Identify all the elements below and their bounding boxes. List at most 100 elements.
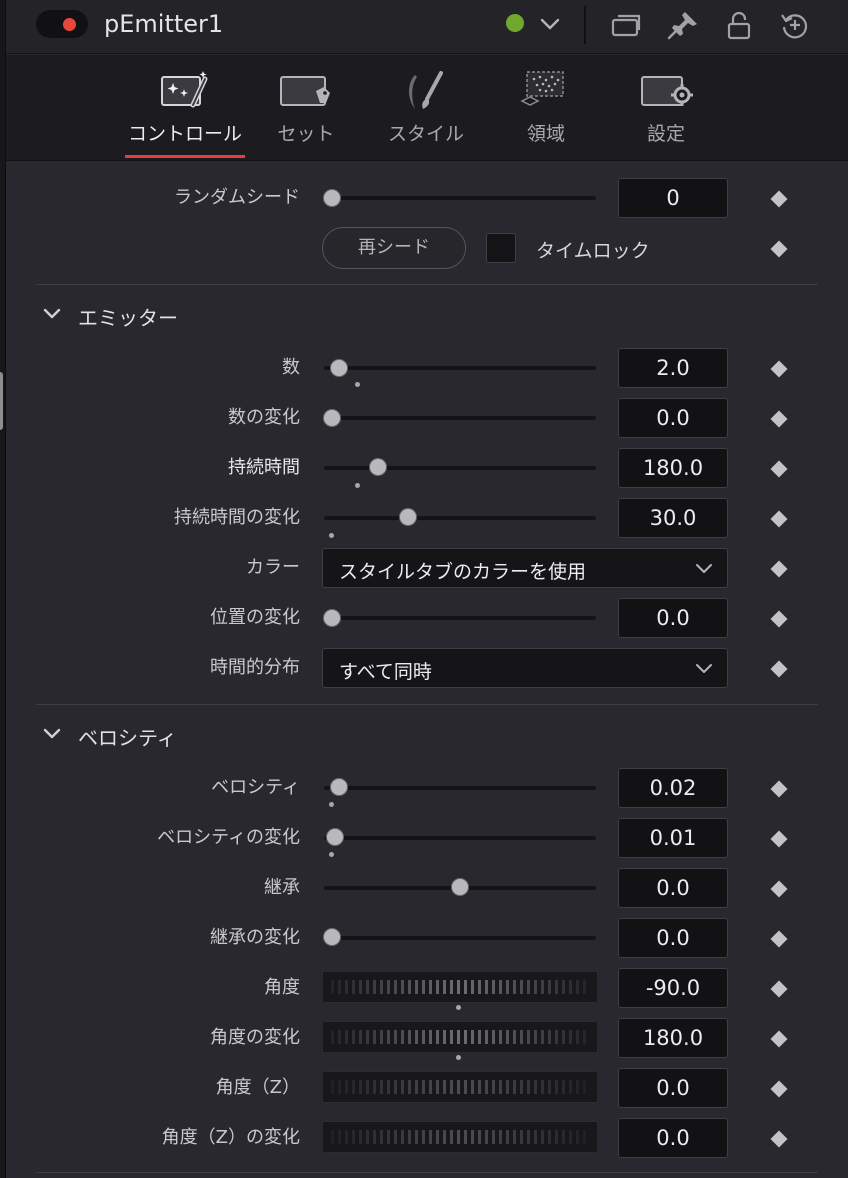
angle-z-label: 角度（Z） (215, 1077, 300, 1098)
angle-z-input[interactable]: 0.0 (618, 1068, 728, 1108)
angle-variance-thumbwheel[interactable] (322, 1021, 598, 1053)
pin-icon[interactable] (666, 9, 700, 41)
lifespan-slider-thumb[interactable] (369, 458, 387, 476)
lifespan-variance-keyframe-icon[interactable] (770, 510, 788, 528)
velocity-variance-slider-thumb[interactable] (326, 828, 344, 846)
inherit-variance-keyframe-icon[interactable] (770, 930, 788, 948)
settings-icon (641, 76, 693, 106)
node-power-toggle[interactable] (36, 10, 88, 38)
lifespan-slider[interactable] (324, 466, 596, 470)
node-color-dot[interactable] (506, 14, 524, 32)
default-marker (355, 382, 360, 387)
brush-icon (409, 71, 443, 109)
tab-region[interactable]: 領域 (486, 55, 606, 161)
temporal-distribution-label: 時間的分布 (210, 657, 300, 678)
timelock-label: タイムロック (536, 240, 650, 262)
angle-thumbwheel[interactable] (322, 971, 598, 1003)
position-variance-keyframe-icon[interactable] (770, 610, 788, 628)
active-tab-indicator (125, 155, 245, 158)
inherit-label: 継承 (264, 877, 300, 898)
region-icon (520, 71, 564, 106)
section-title: ベロシティ (78, 726, 177, 750)
velocity-slider[interactable] (324, 786, 596, 790)
position-variance-slider-thumb[interactable] (323, 609, 341, 627)
timelock-checkbox[interactable] (486, 233, 516, 263)
velocity-slider-thumb[interactable] (330, 778, 348, 796)
position-variance-input[interactable]: 0.0 (618, 598, 728, 638)
number-variance-slider[interactable] (324, 416, 596, 420)
tab-style[interactable]: スタイル (366, 55, 486, 161)
position-variance-slider[interactable] (324, 616, 596, 620)
angle-variance-input[interactable]: 180.0 (618, 1018, 728, 1058)
angle-input[interactable]: -90.0 (618, 968, 728, 1008)
lifespan-variance-input[interactable]: 30.0 (618, 498, 728, 538)
number-variance-slider-thumb[interactable] (323, 409, 341, 427)
random-seed-input[interactable]: 0 (618, 178, 728, 218)
inherit-variance-input[interactable]: 0.0 (618, 918, 728, 958)
velocity-label: ベロシティ (211, 777, 300, 798)
angle-z-variance-thumbwheel[interactable] (322, 1121, 598, 1153)
lifespan-variance-label: 持続時間の変化 (174, 507, 300, 528)
angle-z-thumbwheel[interactable] (322, 1071, 598, 1103)
node-title: pEmitter1 (104, 10, 224, 38)
pop-out-icon[interactable] (609, 9, 643, 41)
velocity-variance-slider[interactable] (324, 836, 596, 840)
number-slider[interactable] (324, 366, 596, 370)
section-divider (36, 1172, 818, 1173)
chevron-down-icon[interactable] (537, 11, 563, 37)
tab-label: 設定 (646, 123, 685, 145)
temporal-distribution-keyframe-icon[interactable] (770, 660, 788, 678)
angle-z-keyframe-icon[interactable] (770, 1080, 788, 1098)
inherit-variance-slider[interactable] (324, 936, 596, 940)
angle-keyframe-icon[interactable] (770, 980, 788, 998)
velocity-keyframe-icon[interactable] (770, 780, 788, 798)
lifespan-input[interactable]: 180.0 (618, 448, 728, 488)
default-marker (329, 802, 334, 807)
number-variance-keyframe-icon[interactable] (770, 410, 788, 428)
tab-label: スタイル (387, 123, 464, 145)
number-slider-thumb[interactable] (330, 359, 348, 377)
number-variance-input[interactable]: 0.0 (618, 398, 728, 438)
section-divider (36, 704, 818, 705)
default-marker (329, 852, 334, 857)
temporal-distribution-dropdown[interactable]: すべて同時 (322, 648, 728, 688)
node-header: pEmitter1 (6, 0, 848, 54)
angle-z-variance-input[interactable]: 0.0 (618, 1118, 728, 1158)
chevron-down-icon (696, 664, 712, 673)
dropdown-value: スタイルタブのカラーを使用 (339, 561, 587, 583)
default-marker (456, 1055, 461, 1060)
velocity-variance-label: ベロシティの変化 (157, 827, 300, 848)
velocity-input[interactable]: 0.02 (618, 768, 728, 808)
timelock-keyframe-icon[interactable] (770, 240, 788, 258)
angle-z-variance-keyframe-icon[interactable] (770, 1130, 788, 1148)
random-seed-keyframe-icon[interactable] (770, 190, 788, 208)
inherit-keyframe-icon[interactable] (770, 880, 788, 898)
velocity-variance-keyframe-icon[interactable] (770, 830, 788, 848)
inherit-variance-slider-thumb[interactable] (323, 928, 341, 946)
number-keyframe-icon[interactable] (770, 360, 788, 378)
velocity-variance-input[interactable]: 0.01 (618, 818, 728, 858)
angle-variance-keyframe-icon[interactable] (770, 1030, 788, 1048)
lifespan-variance-slider-thumb[interactable] (399, 508, 417, 526)
number-variance-label: 数の変化 (228, 407, 300, 428)
lifespan-variance-slider[interactable] (324, 516, 596, 520)
number-input[interactable]: 2.0 (618, 348, 728, 388)
tab-sets[interactable]: セット (246, 55, 366, 161)
reseed-button[interactable]: 再シード (322, 227, 466, 269)
color-label: カラー (246, 557, 300, 578)
angle-variance-label: 角度の変化 (210, 1027, 300, 1048)
tab-settings[interactable]: 設定 (606, 55, 726, 161)
reset-icon[interactable] (778, 9, 812, 41)
inherit-input[interactable]: 0.0 (618, 868, 728, 908)
random-seed-slider-thumb[interactable] (323, 189, 341, 207)
tab-controls[interactable]: コントロール (125, 55, 245, 161)
lifespan-keyframe-icon[interactable] (770, 460, 788, 478)
inherit-slider-thumb[interactable] (451, 878, 469, 896)
color-dropdown[interactable]: スタイルタブのカラーを使用 (322, 548, 728, 588)
tab-label: セット (277, 123, 335, 145)
random-seed-slider[interactable] (324, 196, 596, 200)
dropdown-value: すべて同時 (339, 661, 432, 683)
default-marker (329, 533, 334, 538)
color-keyframe-icon[interactable] (770, 560, 788, 578)
lock-icon[interactable] (722, 9, 756, 41)
